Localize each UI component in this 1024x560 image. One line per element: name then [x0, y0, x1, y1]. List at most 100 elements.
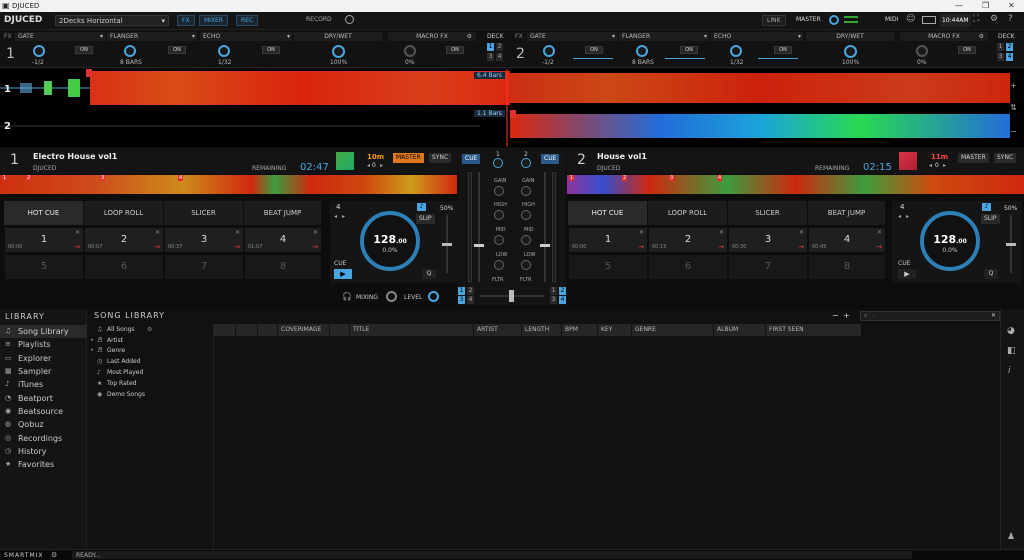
fx2-slot2-select[interactable]: FLANGER ▾ [619, 32, 709, 41]
deck1-tab-slicer[interactable]: SLICER [164, 201, 244, 225]
fullscreen-icon[interactable]: ⛶ [973, 14, 979, 24]
mixer-cue-deck1-button[interactable]: CUE [462, 154, 481, 164]
sidebar-item-recordings[interactable]: ◎ Recordings [0, 432, 87, 445]
sidebar-item-sampler[interactable]: ▦ Sampler [0, 365, 87, 378]
deck1-hotcue-pad-5[interactable]: 5 [4, 254, 84, 280]
tree-item-demo-songs[interactable]: ◉ Demo Songs [97, 391, 145, 398]
deck1-tab-hot-cue[interactable]: HOT CUE [4, 201, 84, 225]
col-length[interactable]: LENGTH [522, 324, 562, 336]
rec-toggle-button[interactable]: REC [236, 15, 259, 26]
deck1-hotcue-pad-7[interactable]: 7 [164, 254, 244, 280]
sidebar-item-favorites[interactable]: ★ Favorites [0, 458, 87, 471]
fx2-deck-2-button[interactable]: 2 [1006, 43, 1013, 51]
minimize-icon[interactable]: — [955, 1, 963, 10]
link-button[interactable]: LINK [762, 15, 786, 26]
mixer-ch1-low-knob[interactable] [494, 260, 504, 270]
tree-item-last-added[interactable]: ◷ Last Added [97, 358, 141, 365]
deck2-hotcue-pad-2[interactable]: ✕ 2 00:15 → [648, 227, 728, 253]
fx2-slot1-select[interactable]: GATE ▾ [527, 32, 617, 41]
note-icon[interactable]: ♪ [417, 203, 426, 211]
mixer-ch2-fader-handle[interactable] [540, 244, 550, 247]
col-artist[interactable]: ARTIST [474, 324, 522, 336]
mixer-right-deck-3-button[interactable]: 3 [550, 296, 557, 304]
mixer-right-deck-2-button[interactable]: 2 [559, 287, 566, 295]
mixer-right-deck-1-button[interactable]: 1 [550, 287, 557, 295]
waveform-display[interactable]: 1 2 6.4 Bars 1.1 Bars + ⇅ − [0, 69, 1024, 147]
fx-toggle-button[interactable]: FX [177, 15, 195, 26]
fx1-slot2-on-button[interactable]: ON [168, 46, 186, 54]
deck1-tab-loop-roll[interactable]: LOOP ROLL [84, 201, 164, 225]
deck1-hotcue-pad-3[interactable]: ✕ 3 00:37 → [164, 227, 244, 253]
deck2-pitch-fader-handle[interactable] [1006, 243, 1016, 246]
fx1-slot3-knob[interactable] [218, 45, 230, 57]
headphone-level-knob[interactable] [428, 291, 439, 302]
deck1-slip-button[interactable]: SLIP [416, 214, 435, 224]
sidebar-item-playlists[interactable]: ≡ Playlists [0, 338, 87, 351]
fx2-slot1-knob[interactable] [543, 45, 555, 57]
deck1-hotcue-pad-4[interactable]: ✕ 4 01:07 → [244, 227, 322, 253]
fx2-slot2-slider[interactable] [665, 58, 705, 59]
search-input[interactable] [873, 312, 983, 320]
deck2-quantize-button[interactable]: Q [984, 269, 998, 279]
deck1-pitch-minus[interactable]: ◂ [367, 162, 370, 169]
fx1-deck-1-button[interactable]: 1 [487, 43, 494, 51]
mixer-ch1-fader-handle[interactable] [474, 244, 484, 247]
fx1-deck-2-button[interactable]: 2 [496, 43, 503, 51]
deck2-master-button[interactable]: MASTER [958, 153, 989, 163]
smiley-icon[interactable]: ☺ [906, 14, 915, 24]
deck1-loop-halve[interactable]: ◂ [334, 213, 337, 220]
plus-icon[interactable]: + [843, 311, 850, 320]
fx1-slot3-select[interactable]: ECHO ▾ [200, 32, 292, 41]
minus-icon[interactable]: − [832, 311, 839, 320]
mixer-left-deck-3-button[interactable]: 3 [458, 296, 465, 304]
sidebar-item-explorer[interactable]: ▭ Explorer [0, 352, 87, 365]
gear-icon[interactable]: ⚙ [467, 32, 472, 41]
crossfader-handle[interactable] [509, 290, 514, 302]
disc-icon[interactable]: ◕ [1007, 326, 1015, 336]
deck2-overview-waveform[interactable]: 1 2 3 4 [567, 175, 1024, 194]
deck2-tab-beat-jump[interactable]: BEAT JUMP [808, 201, 886, 225]
deck2-tab-loop-roll[interactable]: LOOP ROLL [648, 201, 728, 225]
zoom-in-icon[interactable]: + [1010, 81, 1017, 90]
headphone-mix-knob[interactable] [386, 291, 397, 302]
fx2-macro-on-button[interactable]: ON [958, 46, 976, 54]
deck2-tab-slicer[interactable]: SLICER [728, 201, 808, 225]
mixer-right-deck-4-button[interactable]: 4 [559, 296, 566, 304]
fx2-slot1-on-button[interactable]: ON [585, 46, 603, 54]
deck2-loop-double[interactable]: ▸ [906, 213, 909, 220]
fx1-macro-knob[interactable] [404, 45, 416, 57]
deck2-play-button[interactable]: ▶ [898, 269, 916, 279]
fx1-slot1-on-button[interactable]: ON [75, 46, 93, 54]
mixer-ch1-high-knob[interactable] [494, 210, 504, 220]
fx1-slot3-on-button[interactable]: ON [262, 46, 280, 54]
deck2-pitch-minus[interactable]: ◂ [929, 162, 932, 169]
deck1-quantize-button[interactable]: Q [422, 269, 436, 279]
fx2-slot1-slider[interactable] [573, 58, 613, 59]
fx1-macro-on-button[interactable]: ON [446, 46, 464, 54]
sidebar-item-itunes[interactable]: ♪ iTunes [0, 378, 87, 391]
mixer-ch1-gain-knob[interactable] [494, 186, 504, 196]
deck2-hotcue-pad-8[interactable]: 8 [808, 254, 886, 280]
fx2-macro-knob[interactable] [916, 45, 928, 57]
sidebar-item-beatport[interactable]: ◔ Beatport [0, 392, 87, 405]
deck2-slip-button[interactable]: SLIP [981, 214, 1000, 224]
tree-item-genre[interactable]: ♬ Genre [97, 347, 125, 354]
deck2-hotcue-pad-7[interactable]: 7 [728, 254, 808, 280]
col-genre[interactable]: GENRE [632, 324, 714, 336]
fx2-slot3-slider[interactable] [758, 58, 798, 59]
fx2-slot2-knob[interactable] [636, 45, 648, 57]
deck1-play-button[interactable]: ▶ [334, 269, 352, 279]
deck1-hotcue-pad-8[interactable]: 8 [244, 254, 322, 280]
mixer-ch1-volume-fader[interactable] [478, 172, 480, 282]
deck1-sync-button[interactable]: SYNC [429, 153, 452, 163]
help-icon[interactable]: ? [1008, 14, 1013, 24]
tree-item-artist[interactable]: ♬ Artist [97, 337, 123, 344]
deck2-hotcue-pad-1[interactable]: ✕ 1 00:00 → [568, 227, 648, 253]
col-key[interactable]: KEY [598, 324, 632, 336]
tree-item-all-songs[interactable]: ♫ All Songs ⚙ [97, 326, 152, 333]
col-bpm[interactable]: BPM [562, 324, 598, 336]
note-icon[interactable]: ♪ [982, 203, 991, 211]
col-flag[interactable] [258, 324, 278, 336]
sidebar-item-song-library[interactable]: ♫ Song Library [0, 325, 87, 338]
mixer-ch2-low-knob[interactable] [521, 260, 531, 270]
